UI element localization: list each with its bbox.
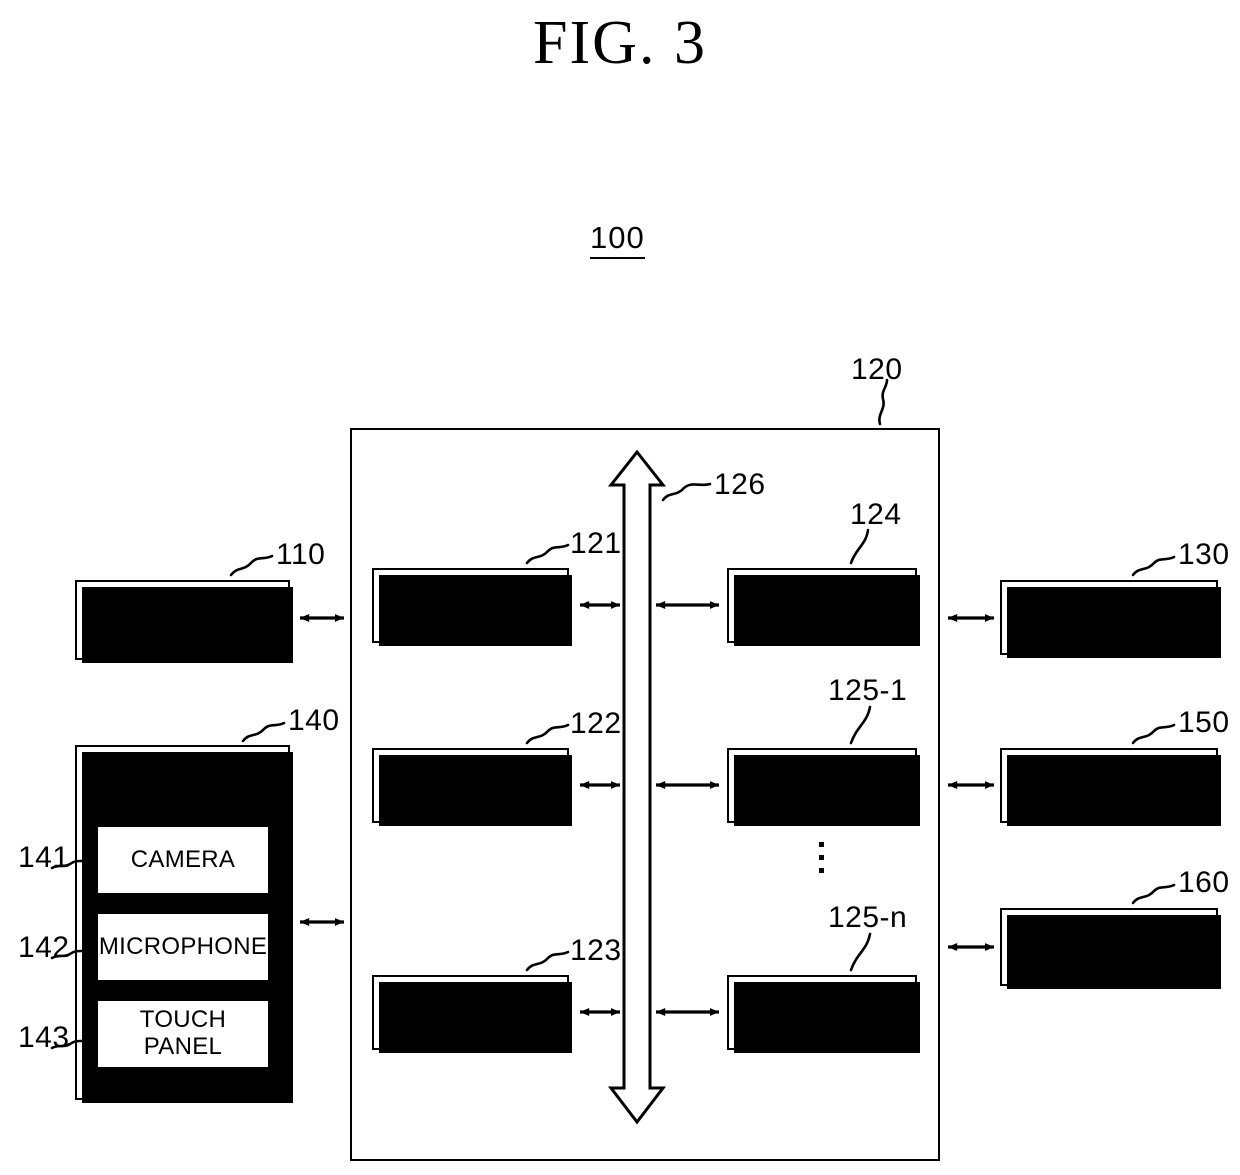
leader-150: [1131, 723, 1176, 745]
ref-126: 126: [714, 468, 766, 501]
block-audio-outputter-label: AUDIO OUTPUTTER: [1034, 919, 1184, 973]
block-nth-interface: NTH INTERFACE: [727, 975, 920, 1053]
ref-123: 123: [570, 934, 622, 967]
ref-124: 124: [850, 498, 902, 531]
block-first-interface: FIRST INTERFACE: [727, 748, 920, 826]
block-camera-label: CAMERA: [130, 845, 236, 873]
leader-110: [229, 554, 274, 577]
block-audio-outputter: AUDIO OUTPUTTER: [1000, 908, 1221, 989]
block-microphone: MICROPHONE: [96, 912, 270, 982]
block-ram-label: RAM: [443, 591, 498, 619]
block-display-label: DISPLAY: [1058, 771, 1160, 799]
leader-140: [241, 721, 286, 743]
block-microphone-label: MICROPHONE: [98, 932, 268, 960]
ref-160: 160: [1178, 866, 1230, 899]
ref-140: 140: [288, 704, 340, 737]
ref-110: 110: [276, 538, 326, 571]
block-graphic-processor-label: GRAPHIC PROCESSOR: [392, 984, 549, 1039]
block-main-cpu: MAIN CPU: [727, 568, 920, 646]
block-communicator-label: COMMUNICATOR: [1007, 603, 1211, 631]
block-display: DISPLAY: [1000, 748, 1221, 826]
ref-141: 141: [18, 841, 70, 874]
leader-120: [878, 378, 889, 426]
block-touch-panel-label: TOUCH PANEL: [139, 1006, 227, 1060]
leader-160: [1131, 883, 1176, 905]
block-memory-label: MEMORY: [127, 605, 238, 633]
ref-122: 122: [570, 707, 622, 740]
interface-ellipsis-icon: [819, 842, 824, 873]
block-graphic-processor: GRAPHIC PROCESSOR: [372, 975, 572, 1053]
block-rom-label: ROM: [442, 771, 499, 799]
figure-canvas: FIG. 3 100 MEMORY INPUTTER CAMERA MICROP…: [0, 0, 1240, 1175]
block-ram: RAM: [372, 568, 572, 646]
block-memory: MEMORY: [75, 580, 293, 663]
ref-142: 142: [18, 931, 70, 964]
figure-title: FIG. 3: [533, 9, 707, 77]
ref-143: 143: [18, 1021, 70, 1054]
block-first-interface-label: FIRST INTERFACE: [753, 757, 891, 812]
ref-150: 150: [1178, 706, 1230, 739]
block-camera: CAMERA: [96, 825, 270, 895]
block-inputter-label: INPUTTER: [121, 761, 244, 788]
block-rom: ROM: [372, 748, 572, 826]
block-nth-interface-label: NTH INTERFACE: [753, 984, 891, 1039]
ref-130: 130: [1178, 538, 1230, 571]
ref-120: 120: [851, 353, 903, 386]
ref-125-1: 125-1: [828, 674, 908, 707]
ref-121: 121: [570, 527, 622, 560]
block-touch-panel: TOUCH PANEL: [96, 999, 270, 1069]
block-communicator: COMMUNICATOR: [1000, 580, 1221, 658]
block-main-cpu-label: MAIN CPU: [762, 591, 882, 619]
device-reference-number: 100: [590, 221, 645, 259]
leader-130: [1131, 555, 1176, 577]
ref-125-n: 125-n: [828, 901, 908, 934]
